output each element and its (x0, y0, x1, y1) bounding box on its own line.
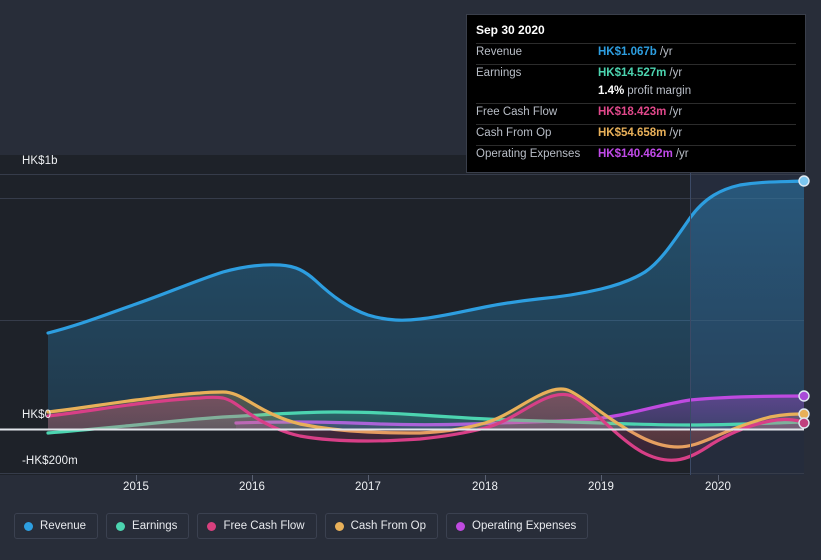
tooltip-value-free-cash-flow: HK$18.423m (598, 106, 667, 118)
legend-item-operating-expenses[interactable]: Operating Expenses (446, 513, 589, 539)
x-axis-label-2015: 2015 (123, 481, 149, 493)
legend-dot-icon-operating-expenses (456, 521, 466, 531)
tooltip-value-operating-expenses: HK$140.462m (598, 148, 673, 160)
y-axis-label-top: HK$1b (22, 155, 58, 167)
legend-label-cash-from-op: Cash From Op (350, 520, 427, 532)
legend-item-free-cash-flow[interactable]: Free Cash Flow (197, 513, 317, 539)
legend-item-earnings[interactable]: Earnings (106, 513, 190, 539)
legend-item-revenue[interactable]: Revenue (14, 513, 99, 539)
legend-dot-icon-free-cash-flow (207, 521, 217, 531)
tooltip-unit-free-cash-flow: /yr (669, 106, 683, 118)
legend-label-revenue: Revenue (40, 520, 87, 532)
tooltip-unit-revenue: /yr (659, 46, 673, 58)
tooltip-row-revenue: Revenue HK$1.067b /yr (476, 43, 796, 64)
legend-label-free-cash-flow: Free Cash Flow (223, 520, 305, 532)
tooltip-date: Sep 30 2020 (476, 23, 545, 37)
tooltip-row-earnings: Earnings HK$14.527m /yr (476, 64, 796, 85)
x-axis-label-2016: 2016 (239, 481, 265, 493)
legend-label-operating-expenses: Operating Expenses (472, 520, 577, 532)
tooltip-value-earnings: HK$14.527m (598, 67, 667, 79)
x-tick-marks (136, 475, 719, 481)
tooltip-value-profit-margin: 1.4% (598, 85, 625, 97)
tooltip-row-cash-from-op: Cash From Op HK$54.658m /yr (476, 124, 796, 145)
x-axis-label-2019: 2019 (588, 481, 614, 493)
tooltip-label-operating-expenses: Operating Expenses (476, 148, 581, 160)
chart-legend: Revenue Earnings Free Cash Flow Cash Fro… (14, 513, 589, 539)
legend-dot-icon-earnings (116, 521, 126, 531)
tooltip-text-profit-margin: profit margin (627, 85, 692, 97)
x-axis-label-2018: 2018 (472, 481, 498, 493)
tooltip-row-operating-expenses: Operating Expenses HK$140.462m /yr (476, 145, 796, 166)
y-axis-label-zero: HK$0 (22, 409, 52, 421)
tooltip-unit-cash-from-op: /yr (669, 127, 683, 139)
tooltip-label-earnings: Earnings (476, 67, 522, 79)
x-axis-label-2017: 2017 (355, 481, 381, 493)
tooltip-value-revenue: HK$1.067b (598, 46, 657, 58)
legend-label-earnings: Earnings (132, 520, 178, 532)
tooltip-unit-operating-expenses: /yr (675, 148, 689, 160)
tooltip-value-cash-from-op: HK$54.658m (598, 127, 667, 139)
tooltip-unit-earnings: /yr (669, 67, 683, 79)
tooltip-row-free-cash-flow: Free Cash Flow HK$18.423m /yr (476, 103, 796, 124)
x-axis-label-2020: 2020 (705, 481, 731, 493)
legend-dot-icon-cash-from-op (334, 521, 344, 531)
legend-item-cash-from-op[interactable]: Cash From Op (324, 513, 439, 539)
y-axis-label-bottom: -HK$200m (22, 455, 78, 467)
chart-tooltip: Sep 30 2020 Revenue HK$1.067b /yr Earnin… (466, 14, 806, 173)
chart-root: HK$1b HK$0 -HK$200m 2015 2016 2017 2018 … (0, 0, 821, 560)
tooltip-row-profit-margin: 1.4% profit margin (476, 85, 796, 103)
tooltip-label-revenue: Revenue (476, 46, 523, 58)
legend-dot-icon-revenue (24, 521, 33, 531)
tooltip-label-cash-from-op: Cash From Op (476, 127, 552, 139)
tooltip-label-free-cash-flow: Free Cash Flow (476, 106, 558, 118)
